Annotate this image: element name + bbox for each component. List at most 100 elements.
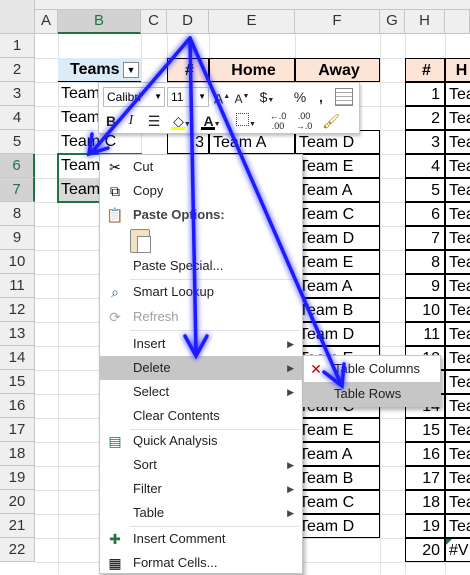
right-cell-team[interactable]: Tea <box>445 178 470 202</box>
menu-item-clear-contents[interactable]: Clear Contents <box>100 404 302 428</box>
row-header[interactable]: 5 <box>0 130 35 154</box>
right-cell-num[interactable]: 8 <box>405 250 445 274</box>
right-header-num[interactable]: # <box>405 58 445 82</box>
right-cell-team[interactable]: Tea <box>445 322 470 346</box>
bold-button[interactable]: B <box>103 111 119 131</box>
menu-item-paste-special[interactable]: Paste Special... <box>100 254 302 278</box>
menu-item-format-cells[interactable]: Format Cells... <box>100 551 302 575</box>
filter-dropdown-button[interactable]: ▼ <box>123 62 139 78</box>
col-header-b[interactable]: B <box>58 10 141 34</box>
font-name-box[interactable]: Calibri ▼ <box>103 87 165 107</box>
comma-button[interactable]: , <box>313 87 329 107</box>
match-cell-away[interactable]: Team C <box>295 490 380 514</box>
row-header[interactable]: 7 <box>0 178 35 202</box>
right-cell-team[interactable]: Tea <box>445 514 470 538</box>
right-cell-num[interactable]: 1 <box>405 82 445 106</box>
font-color-icon[interactable]: A▼ <box>199 111 225 131</box>
match-cell-away[interactable]: Team C <box>295 202 380 226</box>
right-header-partial[interactable]: H <box>445 58 470 82</box>
select-all-corner[interactable] <box>0 0 35 34</box>
right-cell-num[interactable]: 6 <box>405 202 445 226</box>
menu-item-insert[interactable]: Insert ▶ <box>100 332 302 356</box>
match-cell-away[interactable]: Team A <box>295 274 380 298</box>
right-cell-team[interactable]: Tea <box>445 106 470 130</box>
right-cell-team[interactable]: Tea <box>445 202 470 226</box>
match-cell-away[interactable]: Team E <box>295 250 380 274</box>
right-cell-num[interactable]: 10 <box>405 298 445 322</box>
col-header-d[interactable]: D <box>167 10 209 34</box>
menu-item-cut[interactable]: Cut <box>100 155 302 179</box>
percent-button[interactable]: % <box>291 87 309 107</box>
match-header-num[interactable]: # <box>167 58 209 82</box>
right-cell-num[interactable]: 16 <box>405 442 445 466</box>
match-cell-away[interactable]: Team D <box>295 226 380 250</box>
shrink-font-button[interactable]: A▼ <box>233 87 251 107</box>
format-table-icon[interactable] <box>335 88 353 106</box>
match-cell-away[interactable]: Team D <box>295 322 380 346</box>
right-cell-team[interactable]: Tea <box>445 442 470 466</box>
match-cell-away[interactable]: Team E <box>295 418 380 442</box>
right-cell-num[interactable]: 20 <box>405 538 445 562</box>
submenu-item-table-rows[interactable]: Table Rows <box>304 382 440 406</box>
menu-item-sort[interactable]: Sort ▶ <box>100 453 302 477</box>
row-header[interactable]: 8 <box>0 202 35 226</box>
match-cell-away[interactable]: Team B <box>295 298 380 322</box>
row-header[interactable]: 21 <box>0 514 35 538</box>
increase-decimal-icon[interactable]: ←.0.00 <box>267 111 289 131</box>
row-header[interactable]: 15 <box>0 370 35 394</box>
menu-item-insert-comment[interactable]: Insert Comment <box>100 527 302 551</box>
right-cell-team[interactable]: Tea <box>445 250 470 274</box>
borders-icon[interactable]: ▼ <box>233 111 259 131</box>
format-painter-icon[interactable]: 🖌 <box>321 111 341 131</box>
row-header[interactable]: 22 <box>0 538 35 562</box>
col-header-h[interactable]: H <box>405 10 445 34</box>
row-header[interactable]: 19 <box>0 466 35 490</box>
right-cell-team[interactable]: Tea <box>445 418 470 442</box>
row-header[interactable]: 12 <box>0 298 35 322</box>
menu-item-delete[interactable]: Delete ▶ <box>100 356 302 380</box>
row-header[interactable]: 3 <box>0 82 35 106</box>
right-cell-num[interactable]: 4 <box>405 154 445 178</box>
col-header-i[interactable] <box>445 10 470 34</box>
row-header[interactable]: 20 <box>0 490 35 514</box>
col-header-c[interactable]: C <box>141 10 167 34</box>
menu-item-copy[interactable]: Copy <box>100 179 302 203</box>
grow-font-button[interactable]: A▲ <box>213 87 231 107</box>
right-cell-team[interactable]: Tea <box>445 298 470 322</box>
right-cell-team[interactable]: Tea <box>445 154 470 178</box>
row-header[interactable]: 10 <box>0 250 35 274</box>
row-header[interactable]: 13 <box>0 322 35 346</box>
row-header[interactable]: 14 <box>0 346 35 370</box>
match-header-away[interactable]: Away <box>295 58 380 82</box>
italic-button[interactable]: I <box>123 111 139 131</box>
row-header[interactable]: 4 <box>0 106 35 130</box>
currency-button[interactable]: $▼ <box>255 87 279 107</box>
right-cell-team[interactable]: Tea <box>445 274 470 298</box>
row-header[interactable]: 2 <box>0 58 35 82</box>
right-cell-team[interactable]: Tea <box>445 490 470 514</box>
right-cell-team[interactable]: Tea <box>445 346 470 370</box>
match-cell-away[interactable]: Team B <box>295 466 380 490</box>
row-header[interactable]: 9 <box>0 226 35 250</box>
right-cell-team[interactable]: Tea <box>445 466 470 490</box>
menu-item-select[interactable]: Select ▶ <box>100 380 302 404</box>
menu-item-quick-analysis[interactable]: Quick Analysis <box>100 429 302 453</box>
match-cell-away[interactable]: Team A <box>295 178 380 202</box>
row-header[interactable]: 6 <box>0 154 35 178</box>
col-header-g[interactable]: G <box>380 10 405 34</box>
right-cell-num[interactable]: 3 <box>405 130 445 154</box>
right-cell-num[interactable]: 2 <box>405 106 445 130</box>
right-cell-num[interactable]: 17 <box>405 466 445 490</box>
paste-clipboard-icon[interactable] <box>130 229 151 253</box>
match-header-home[interactable]: Home <box>209 58 295 82</box>
right-cell-num[interactable]: 9 <box>405 274 445 298</box>
match-cell-away[interactable]: Team E <box>295 154 380 178</box>
match-cell-away[interactable]: Team D <box>295 514 380 538</box>
menu-item-smart-lookup[interactable]: Smart Lookup <box>100 280 302 304</box>
right-cell-team[interactable]: Tea <box>445 394 470 418</box>
right-cell-team[interactable]: Tea <box>445 82 470 106</box>
right-cell-team[interactable]: Tea <box>445 370 470 394</box>
right-cell-num[interactable]: 15 <box>405 418 445 442</box>
submenu-item-table-columns[interactable]: Table Columns <box>304 357 440 381</box>
right-cell-num[interactable]: 7 <box>405 226 445 250</box>
